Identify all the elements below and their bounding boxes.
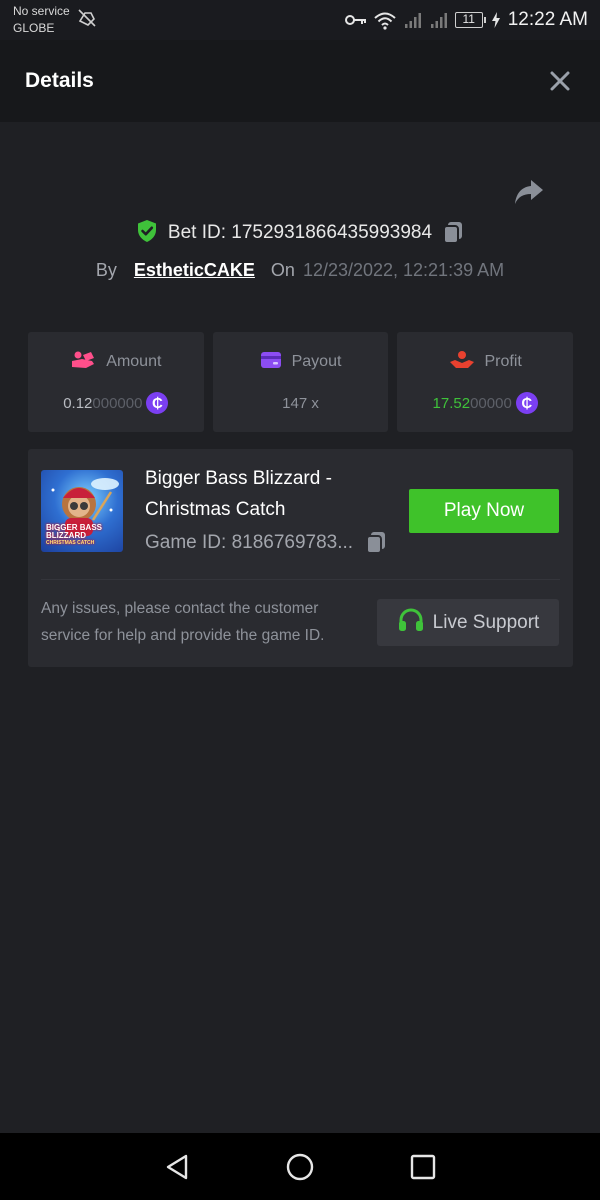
thumbnail-title-text: BIGGER BASS BLIZZARD bbox=[46, 523, 103, 540]
payout-card: Payout 147 x bbox=[212, 332, 389, 432]
home-button[interactable] bbox=[282, 1149, 318, 1185]
thumbnail-subtitle: CHRISTMAS CATCH bbox=[46, 540, 95, 546]
hand-profit-icon bbox=[449, 350, 475, 375]
page-title: Details bbox=[25, 69, 94, 92]
share-icon bbox=[515, 180, 543, 204]
close-button[interactable] bbox=[548, 69, 572, 93]
payout-header: Payout bbox=[260, 351, 342, 374]
share-button[interactable] bbox=[513, 178, 545, 208]
status-right: 11 12:22 AM bbox=[344, 9, 588, 31]
amount-card: Amount 0.12000000 ₵ bbox=[28, 332, 204, 432]
amount-value-text: 0.12000000 bbox=[63, 395, 142, 412]
vpn-key-icon bbox=[344, 13, 367, 27]
carrier-info: No service GLOBE bbox=[13, 3, 70, 37]
coin-icon: ₵ bbox=[515, 392, 538, 414]
profit-value-main: 17.52 bbox=[432, 394, 471, 412]
copy-icon bbox=[366, 532, 386, 554]
bet-meta-row: By EstheticCAKE On 12/23/2022, 12:21:39 … bbox=[0, 256, 600, 284]
signal-sim2-icon bbox=[429, 10, 449, 30]
profit-header: Profit bbox=[449, 350, 522, 375]
battery-level: 11 bbox=[454, 12, 483, 28]
details-header: Details bbox=[0, 40, 600, 122]
on-label: On bbox=[270, 259, 295, 280]
payout-value-text: 147 x bbox=[282, 394, 319, 412]
game-id: Game ID: 8186769783... bbox=[145, 532, 354, 553]
profit-label: Profit bbox=[484, 353, 522, 370]
divider bbox=[41, 579, 560, 580]
amount-value-main: 0.12 bbox=[63, 394, 93, 412]
verified-shield-icon bbox=[136, 219, 158, 248]
bet-stats: Amount 0.12000000 ₵ Payout 147 x Profit … bbox=[28, 332, 574, 432]
username-link[interactable]: EstheticCAKE bbox=[134, 260, 255, 281]
thumbnail-title: BIGGER BASS BLIZZARD CHRISTMAS CATCH bbox=[46, 523, 106, 547]
profit-card: Profit 17.5200000 ₵ bbox=[397, 332, 574, 432]
profit-value-text: 17.5200000 bbox=[433, 395, 512, 412]
status-bar: No service GLOBE 11 12:22 AM bbox=[0, 0, 600, 40]
system-nav-bar bbox=[0, 1133, 600, 1200]
battery-tip bbox=[483, 17, 486, 23]
amount-value: 0.12000000 ₵ bbox=[63, 391, 169, 415]
bet-id-row: Bet ID: 1752931866435993984 bbox=[0, 218, 600, 248]
game-thumbnail[interactable]: BIGGER BASS BLIZZARD CHRISTMAS CATCH bbox=[41, 470, 123, 552]
recents-button[interactable] bbox=[405, 1149, 441, 1185]
back-button[interactable] bbox=[159, 1149, 195, 1185]
home-circle-icon bbox=[286, 1153, 314, 1180]
carrier-line-2: GLOBE bbox=[13, 21, 55, 35]
amount-label: Amount bbox=[106, 353, 162, 370]
amount-value-dim: 000000 bbox=[92, 394, 143, 412]
wifi-icon bbox=[373, 10, 397, 30]
headset-icon bbox=[397, 607, 425, 638]
profit-value-dim: 00000 bbox=[470, 394, 512, 412]
coin-icon: ₵ bbox=[146, 392, 169, 414]
copy-icon bbox=[443, 222, 463, 244]
carrier-line-1: No service bbox=[13, 4, 70, 18]
back-triangle-icon bbox=[166, 1154, 187, 1179]
payout-value: 147 x bbox=[282, 391, 319, 415]
profit-value: 17.5200000 ₵ bbox=[433, 391, 538, 415]
bet-id: Bet ID: 1752931866435993984 bbox=[167, 222, 433, 243]
charging-icon bbox=[491, 12, 500, 28]
by-label: By bbox=[95, 259, 117, 280]
wallet-card-icon bbox=[260, 351, 282, 374]
no-sim-icon bbox=[76, 7, 98, 34]
live-support-label: Live Support bbox=[432, 611, 540, 633]
bet-date: 12/23/2022, 12:21:39 AM bbox=[302, 259, 505, 280]
recents-square-icon bbox=[411, 1154, 436, 1179]
status-left: No service GLOBE bbox=[13, 3, 98, 37]
game-id-row: Game ID: 8186769783... bbox=[145, 528, 387, 558]
payout-label: Payout bbox=[291, 353, 342, 370]
play-now-button[interactable]: Play Now bbox=[409, 489, 559, 533]
close-icon bbox=[550, 71, 570, 91]
copy-bet-id-button[interactable] bbox=[442, 221, 464, 245]
signal-sim1-icon bbox=[403, 10, 423, 30]
hand-coin-icon bbox=[70, 350, 96, 375]
support-notice: Any issues, please contact the customer … bbox=[41, 600, 325, 644]
game-title: Bigger Bass Blizzard - Christmas Catch bbox=[145, 468, 332, 520]
game-card: BIGGER BASS BLIZZARD CHRISTMAS CATCH Big… bbox=[28, 449, 573, 667]
clock: 12:22 AM bbox=[507, 9, 588, 30]
amount-header: Amount bbox=[70, 351, 161, 373]
battery-indicator: 11 bbox=[454, 12, 486, 28]
copy-game-id-button[interactable] bbox=[365, 531, 387, 555]
live-support-button[interactable]: Live Support bbox=[377, 599, 559, 646]
